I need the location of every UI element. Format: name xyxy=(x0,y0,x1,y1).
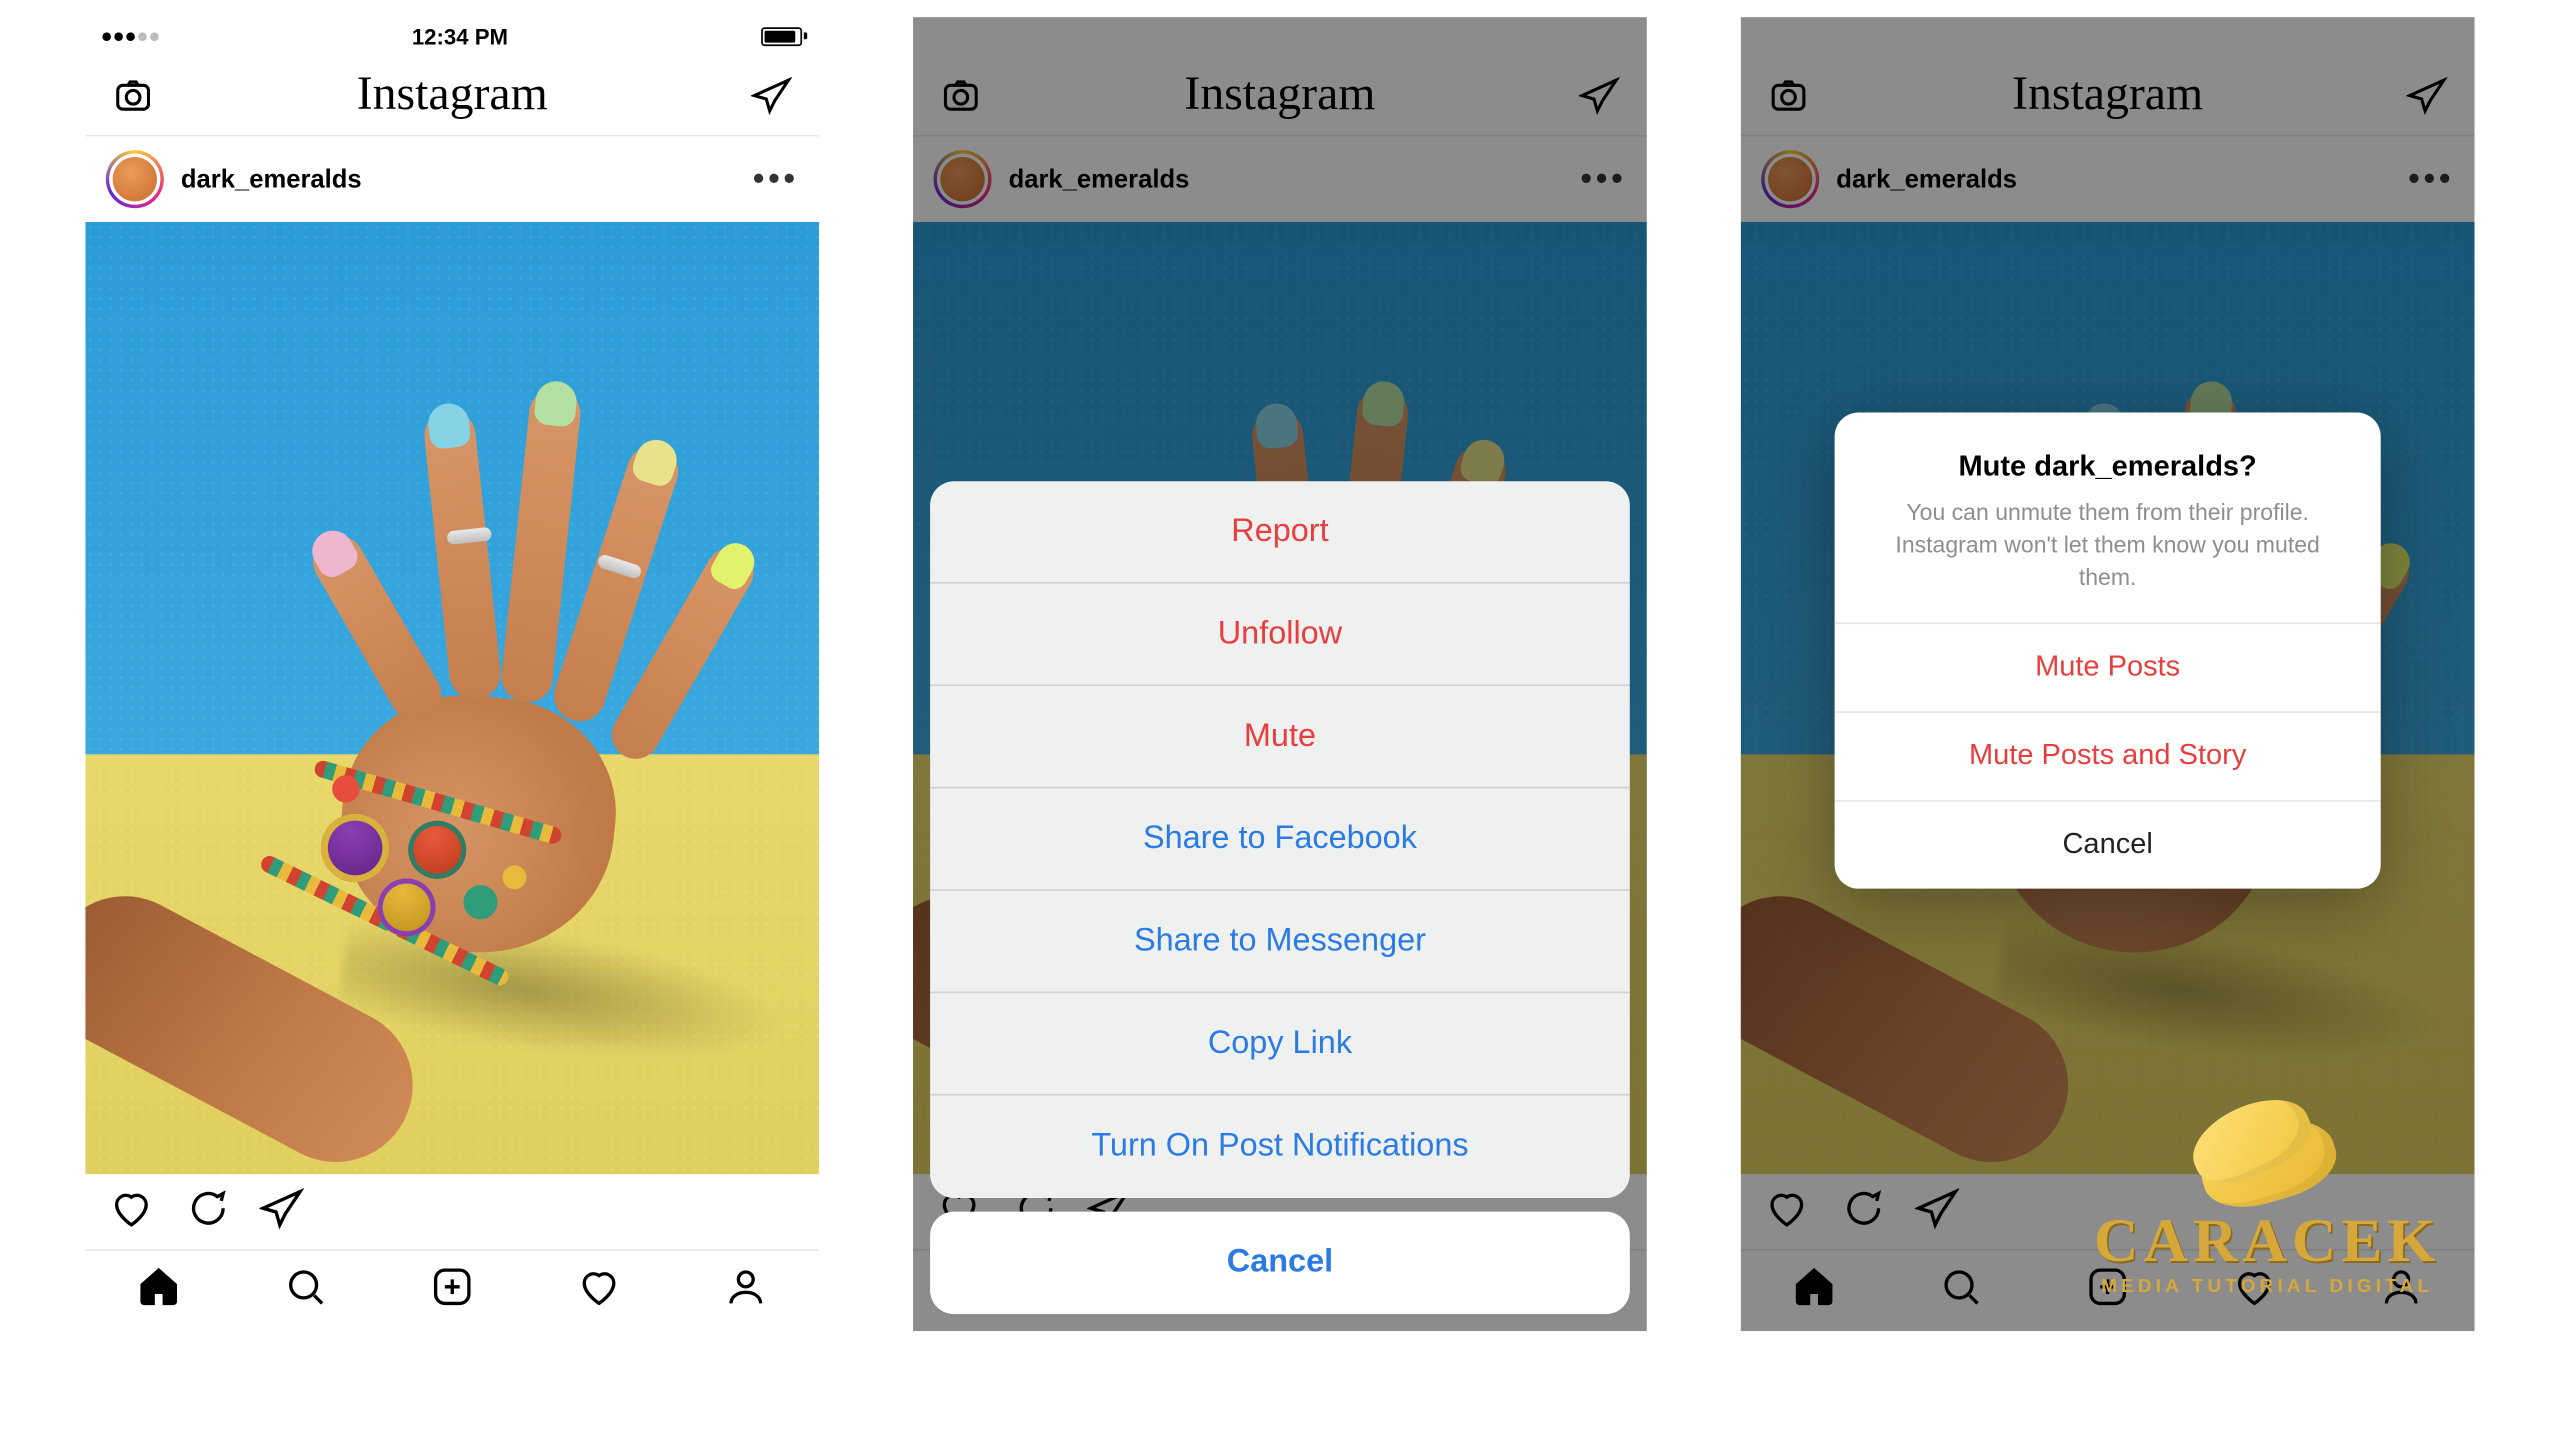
mute-dialog-title: Mute dark_emeralds? xyxy=(1869,450,2347,484)
instagram-logo: Instagram xyxy=(357,67,548,122)
nav-profile-icon[interactable] xyxy=(724,1265,768,1318)
battery-icon xyxy=(761,26,802,45)
action-sheet-item-unfollow[interactable]: Unfollow xyxy=(930,584,1630,686)
status-bar: 12:34 PM xyxy=(85,17,819,55)
action-sheet-item-share-to-messenger[interactable]: Share to Messenger xyxy=(930,891,1630,993)
mute-cancel-button[interactable]: Cancel xyxy=(1835,799,2381,888)
post-image[interactable] xyxy=(85,222,819,1174)
action-sheet-item-share-to-facebook[interactable]: Share to Facebook xyxy=(930,788,1630,890)
action-sheet-item-mute[interactable]: Mute xyxy=(930,686,1630,788)
post-more-icon[interactable]: ••• xyxy=(753,160,799,199)
mute-posts-and-story-button[interactable]: Mute Posts and Story xyxy=(1835,711,2381,800)
share-icon[interactable] xyxy=(259,1185,303,1238)
action-sheet-item-turn-on-post-notifications[interactable]: Turn On Post Notifications xyxy=(930,1096,1630,1198)
direct-message-icon[interactable] xyxy=(747,71,795,119)
avatar[interactable] xyxy=(106,150,164,208)
action-sheet-item-report[interactable]: Report xyxy=(930,481,1630,583)
action-sheet: ReportUnfollowMuteShare to FacebookShare… xyxy=(930,481,1630,1314)
phone-screen-mute-dialog: Instagram dark_emeralds ••• xyxy=(1741,17,2475,1331)
post-header: dark_emeralds ••• xyxy=(85,137,819,222)
app-header: Instagram xyxy=(85,55,819,137)
mute-dialog-message: You can unmute them from their profile. … xyxy=(1869,498,2347,595)
phone-screen-action-sheet: Instagram dark_emeralds ••• ReportUnfoll… xyxy=(913,17,1647,1331)
signal-icon xyxy=(102,32,158,41)
mute-dialog: Mute dark_emeralds? You can unmute them … xyxy=(1835,413,2381,889)
comment-icon[interactable] xyxy=(184,1185,228,1238)
like-icon[interactable] xyxy=(109,1185,153,1238)
bottom-nav xyxy=(85,1249,819,1331)
action-sheet-cancel[interactable]: Cancel xyxy=(930,1212,1630,1314)
post-actions xyxy=(85,1174,819,1249)
nav-add-icon[interactable] xyxy=(430,1265,474,1318)
action-sheet-item-copy-link[interactable]: Copy Link xyxy=(930,993,1630,1095)
phone-screen-feed: 12:34 PM Instagram dark_emeralds ••• xyxy=(85,17,819,1331)
action-sheet-group: ReportUnfollowMuteShare to FacebookShare… xyxy=(930,481,1630,1198)
camera-icon[interactable] xyxy=(109,71,157,119)
post-username[interactable]: dark_emeralds xyxy=(181,165,736,194)
nav-activity-icon[interactable] xyxy=(577,1265,621,1318)
nav-home-icon[interactable] xyxy=(137,1265,181,1318)
mute-posts-button[interactable]: Mute Posts xyxy=(1835,622,2381,711)
nav-search-icon[interactable] xyxy=(283,1265,327,1318)
status-time: 12:34 PM xyxy=(412,23,508,49)
